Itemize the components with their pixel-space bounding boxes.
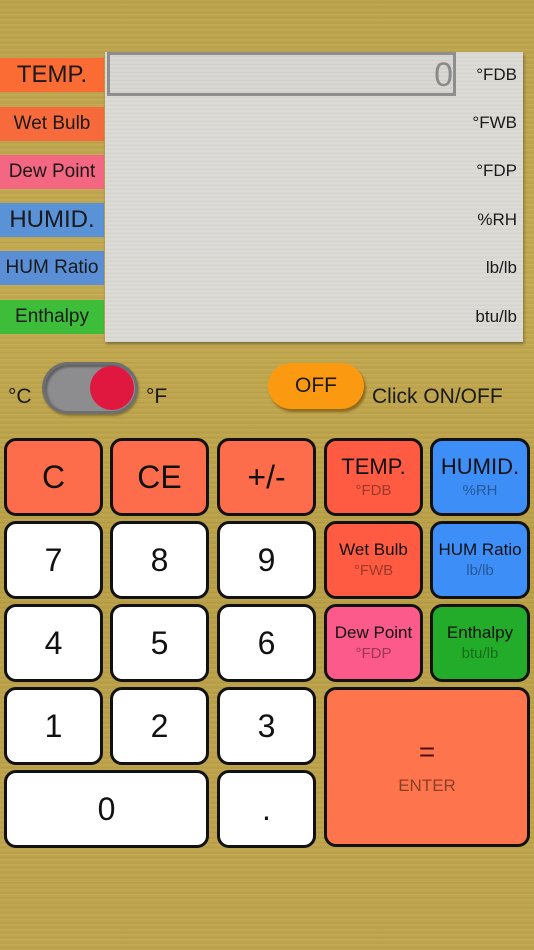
unit-btu-lb: btu/lb: [475, 307, 517, 326]
digit-5-label: 5: [150, 625, 169, 661]
humid-button-unit: %RH: [462, 481, 498, 499]
humid-button[interactable]: HUMID. %RH: [430, 438, 530, 516]
unit-rh: %RH: [477, 210, 517, 229]
wet-bulb-button[interactable]: Wet Bulb °FWB: [324, 521, 423, 599]
digit-3-button[interactable]: 3: [217, 687, 316, 765]
digit-8-button[interactable]: 8: [110, 521, 209, 599]
digit-0-button[interactable]: 0: [4, 770, 209, 848]
digit-6-label: 6: [257, 625, 276, 661]
label-hum-ratio: HUM Ratio: [0, 251, 104, 285]
celsius-label: °C: [8, 385, 32, 408]
humid-button-label: HUMID.: [440, 453, 520, 479]
digit-0-label: 0: [97, 791, 116, 827]
unit-toggle-switch[interactable]: [42, 362, 138, 414]
digit-2-button[interactable]: 2: [110, 687, 209, 765]
label-temp: TEMP.: [0, 58, 104, 92]
digit-9-label: 9: [257, 542, 276, 578]
equals-label: =: [418, 736, 436, 767]
sign-button[interactable]: +/-: [217, 438, 316, 516]
digit-7-button[interactable]: 7: [4, 521, 103, 599]
display-panel: 0 °FDB °FWB °FDP %RH lb/lb btu/lb: [105, 52, 523, 342]
dew-point-button-unit: °FDP: [355, 645, 392, 662]
fahrenheit-label: °F: [146, 385, 168, 408]
digit-9-button[interactable]: 9: [217, 521, 316, 599]
enthalpy-button-label: Enthalpy: [446, 623, 514, 642]
decimal-button[interactable]: .: [217, 770, 316, 848]
temp-button-label: TEMP.: [341, 453, 406, 479]
label-wet-bulb: Wet Bulb: [0, 107, 104, 141]
clear-entry-button[interactable]: CE: [110, 438, 209, 516]
unit-fdp: °FDP: [476, 161, 517, 180]
enter-label: ENTER: [398, 776, 456, 795]
power-hint: Click ON/OFF: [372, 385, 503, 408]
value-input[interactable]: 0: [107, 52, 456, 96]
toggle-knob: [90, 366, 134, 410]
label-humid: HUMID.: [0, 203, 104, 237]
clear-entry-label: CE: [137, 459, 182, 495]
hum-ratio-button[interactable]: HUM Ratio lb/lb: [430, 521, 530, 599]
label-enthalpy: Enthalpy: [0, 300, 104, 334]
digit-1-button[interactable]: 1: [4, 687, 103, 765]
wet-bulb-button-unit: °FWB: [353, 562, 394, 579]
temp-button-unit: °FDB: [355, 481, 392, 499]
enter-button[interactable]: = ENTER: [324, 687, 530, 847]
enthalpy-button[interactable]: Enthalpy btu/lb: [430, 604, 530, 682]
wet-bulb-button-label: Wet Bulb: [339, 540, 408, 559]
clear-button[interactable]: C: [4, 438, 103, 516]
dew-point-button-label: Dew Point: [334, 623, 413, 642]
digit-3-label: 3: [257, 708, 276, 744]
digit-2-label: 2: [150, 708, 169, 744]
enthalpy-button-unit: btu/lb: [461, 645, 499, 662]
dew-point-button[interactable]: Dew Point °FDP: [324, 604, 423, 682]
unit-fdb: °FDB: [476, 65, 517, 84]
unit-fwb: °FWB: [472, 113, 517, 132]
power-button[interactable]: OFF: [268, 363, 364, 409]
label-dew-point: Dew Point: [0, 155, 104, 189]
temp-button[interactable]: TEMP. °FDB: [324, 438, 423, 516]
decimal-label: .: [262, 791, 271, 827]
digit-4-button[interactable]: 4: [4, 604, 103, 682]
digit-4-label: 4: [44, 625, 63, 661]
clear-label: C: [41, 459, 66, 495]
hum-ratio-button-label: HUM Ratio: [438, 540, 522, 559]
digit-5-button[interactable]: 5: [110, 604, 209, 682]
digit-6-button[interactable]: 6: [217, 604, 316, 682]
digit-8-label: 8: [150, 542, 169, 578]
digit-7-label: 7: [44, 542, 63, 578]
unit-lb-lb: lb/lb: [485, 258, 517, 277]
sign-label: +/-: [247, 459, 286, 495]
digit-1-label: 1: [44, 708, 63, 744]
hum-ratio-button-unit: lb/lb: [466, 562, 494, 579]
